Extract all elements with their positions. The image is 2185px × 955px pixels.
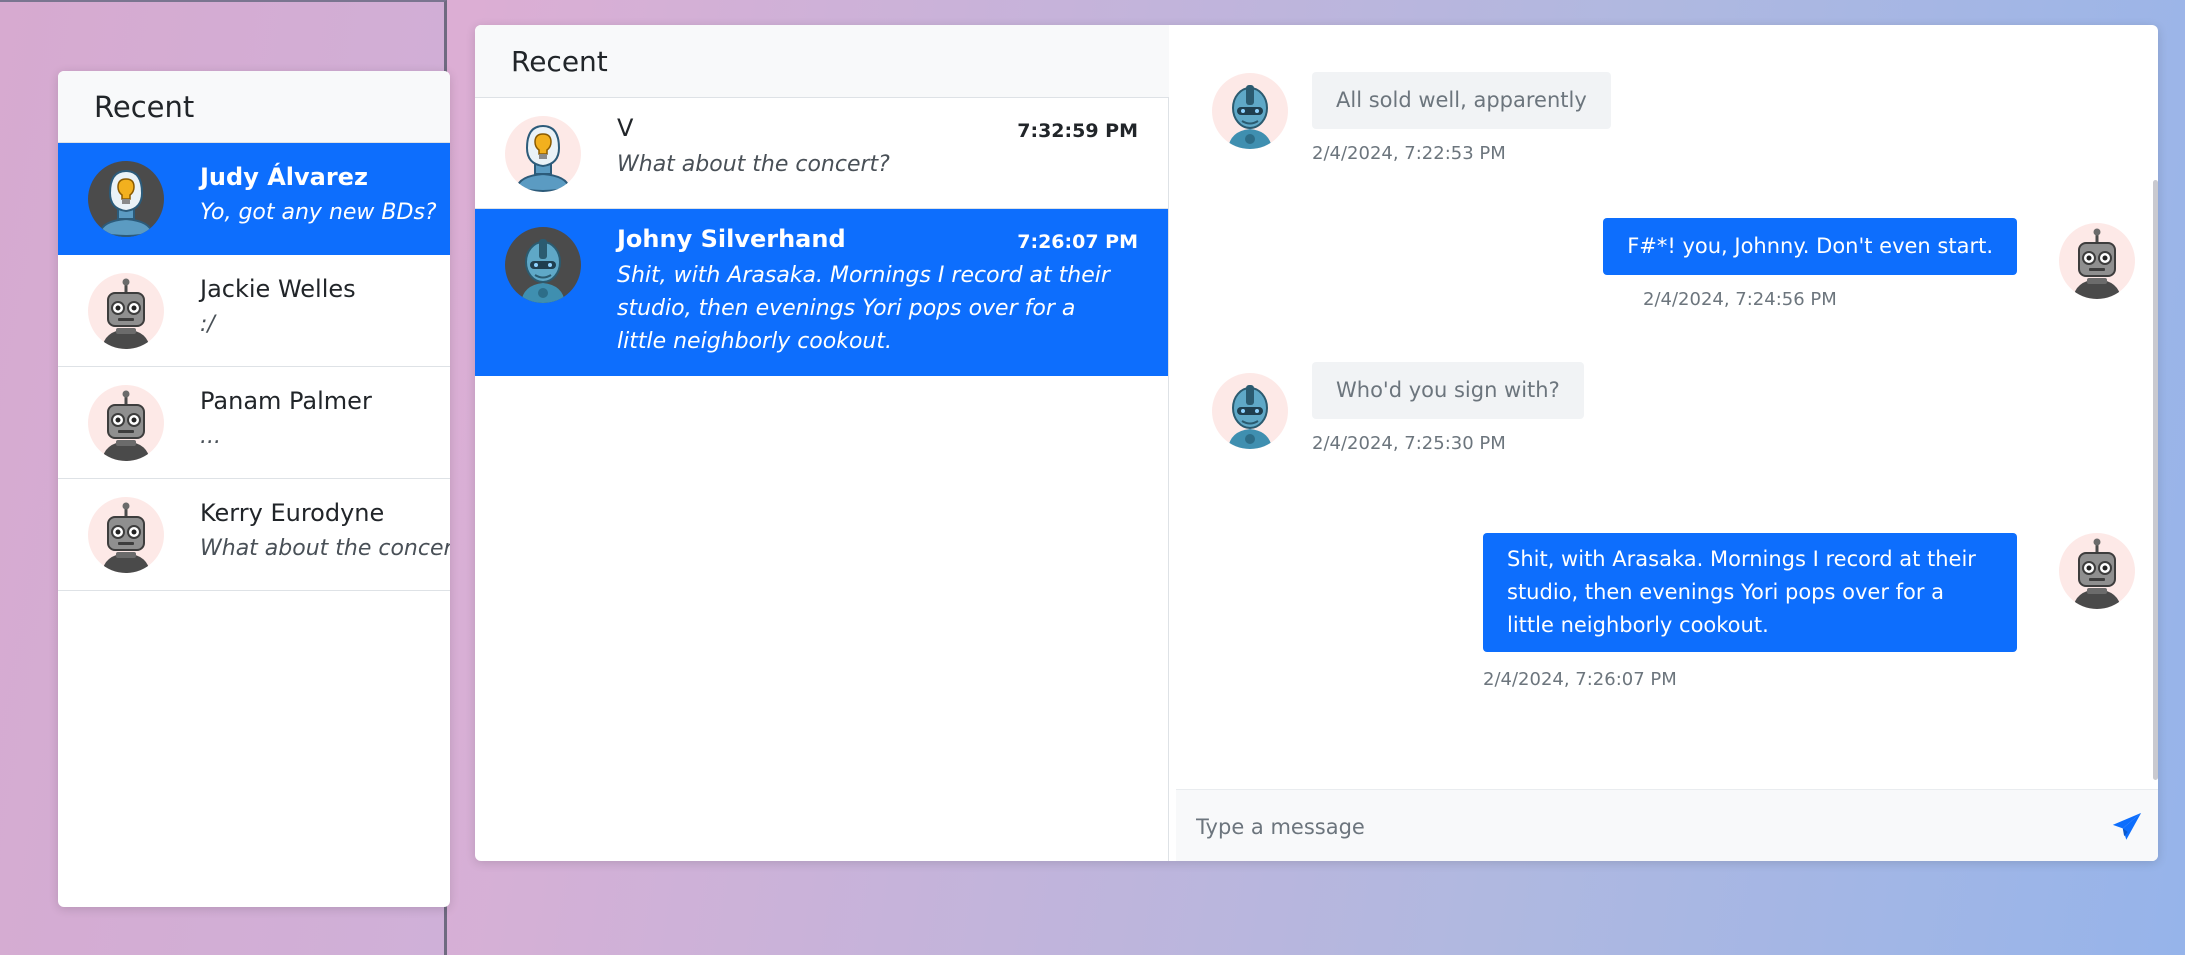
message-timestamp: 2/4/2024, 7:25:30 PM — [1312, 433, 1506, 454]
conversation-item[interactable]: Panam Palmer ... — [58, 367, 450, 479]
panel-header: Recent — [475, 25, 1169, 98]
last-message: Shit, with Arasaka. Mornings I record at… — [617, 263, 1110, 354]
gray-robot-avatar — [88, 497, 164, 573]
chat-area: All sold well, apparently 2/4/2024, 7:22… — [1176, 25, 2158, 861]
blue-robot-avatar — [1212, 73, 1288, 149]
contact-name: Jackie Welles — [200, 275, 356, 303]
background-window: Recent Judy Álvarez Yo, got any new BDs?… — [0, 0, 450, 955]
conversation-list: V 7:32:59 PM What about the concert? Joh… — [475, 98, 1169, 861]
conversation-item[interactable]: Judy Álvarez Yo, got any new BDs? — [58, 143, 450, 255]
last-message: Yo, got any new BDs? — [200, 200, 437, 225]
message-outgoing: F#*! you, Johnny. Don't even start. 2/4/… — [1176, 175, 2158, 315]
paper-plane-icon[interactable] — [2110, 810, 2144, 844]
contact-name: Kerry Eurodyne — [200, 499, 385, 527]
chat-window: Recent V 7:32:59 PM What about the conce… — [475, 25, 2158, 861]
conversation-item[interactable]: Jackie Welles :/ — [58, 255, 450, 367]
last-message: ... — [200, 424, 221, 449]
gray-robot-avatar — [2059, 223, 2135, 299]
message-bubble: F#*! you, Johnny. Don't even start. — [1603, 218, 2017, 275]
recent-panel-back: Recent Judy Álvarez Yo, got any new BDs?… — [58, 71, 450, 907]
message-composer — [1176, 789, 2158, 861]
last-message: What about the concert? — [200, 536, 450, 561]
lightbulb-robot-avatar — [88, 161, 164, 237]
contact-name: Judy Álvarez — [200, 163, 368, 191]
last-message: :/ — [200, 312, 215, 337]
conversation-item[interactable]: V 7:32:59 PM What about the concert? — [475, 98, 1168, 209]
conversation-time: 7:26:07 PM — [1017, 231, 1138, 253]
gray-robot-avatar — [88, 385, 164, 461]
conversation-time: 7:32:59 PM — [1017, 120, 1138, 142]
gray-robot-avatar — [2059, 533, 2135, 609]
message-bubble: All sold well, apparently — [1312, 72, 1611, 129]
message-timestamp: 2/4/2024, 7:22:53 PM — [1312, 143, 1506, 164]
message-incoming: All sold well, apparently 2/4/2024, 7:22… — [1176, 25, 2158, 175]
contact-name: Johny Silverhand — [617, 225, 846, 253]
blue-robot-avatar — [505, 227, 581, 303]
message-timestamp: 2/4/2024, 7:26:07 PM — [1483, 669, 1677, 690]
message-incoming: Who'd you sign with? 2/4/2024, 7:25:30 P… — [1176, 325, 2158, 475]
contact-name: Panam Palmer — [200, 387, 372, 415]
contact-name: V — [617, 114, 634, 142]
conversation-item[interactable]: Kerry Eurodyne What about the concert? — [58, 479, 450, 591]
blue-robot-avatar — [1212, 373, 1288, 449]
conversation-item[interactable]: Johny Silverhand 7:26:07 PM Shit, with A… — [475, 209, 1168, 376]
gray-robot-avatar — [88, 273, 164, 349]
message-list[interactable]: All sold well, apparently 2/4/2024, 7:22… — [1176, 25, 2158, 789]
message-timestamp: 2/4/2024, 7:24:56 PM — [1643, 289, 1837, 310]
lightbulb-robot-avatar — [505, 116, 581, 192]
message-input[interactable] — [1194, 804, 2078, 850]
message-bubble: Shit, with Arasaka. Mornings I record at… — [1483, 533, 2017, 652]
conversation-list: Judy Álvarez Yo, got any new BDs? Jackie… — [58, 143, 450, 591]
panel-header: Recent — [58, 71, 450, 143]
last-message: What about the concert? — [617, 152, 890, 177]
message-outgoing: Shit, with Arasaka. Mornings I record at… — [1176, 475, 2158, 705]
message-bubble: Who'd you sign with? — [1312, 362, 1584, 419]
